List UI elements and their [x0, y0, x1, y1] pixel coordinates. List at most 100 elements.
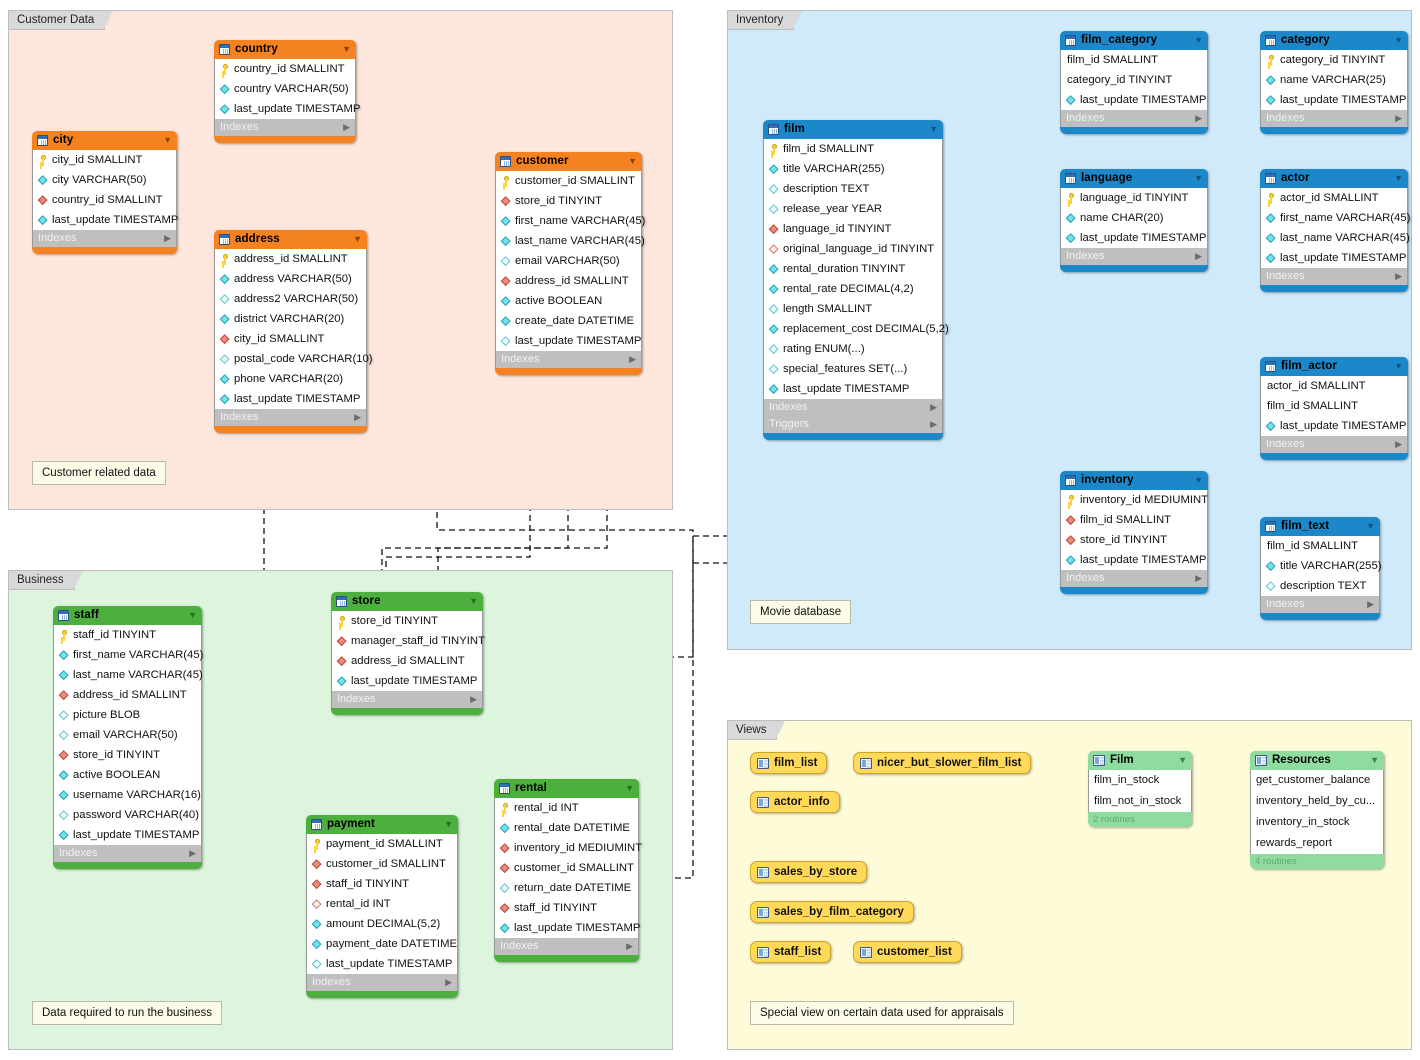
- table-header[interactable]: country ▼: [214, 40, 356, 59]
- table-section-indexes[interactable]: Indexes ▶: [1060, 570, 1208, 587]
- view-actor_info[interactable]: actor_info: [750, 791, 840, 813]
- table-section-indexes[interactable]: Indexes ▶: [1260, 268, 1408, 285]
- table-field[interactable]: address VARCHAR(50): [215, 269, 366, 289]
- chevron-down-icon[interactable]: ▼: [1366, 522, 1375, 531]
- table-section-indexes[interactable]: Indexes ▶: [53, 845, 202, 862]
- table-field[interactable]: first_name VARCHAR(45): [496, 211, 645, 231]
- table-field[interactable]: payment_id SMALLINT: [307, 834, 457, 854]
- table-field[interactable]: rental_duration TINYINT: [764, 259, 942, 279]
- table-field[interactable]: inventory_id MEDIUMINT: [1061, 490, 1208, 510]
- chevron-down-icon[interactable]: ▼: [1194, 476, 1203, 485]
- table-header[interactable]: film_category ▼: [1060, 31, 1208, 50]
- table-field[interactable]: store_id TINYINT: [332, 611, 482, 631]
- table-field[interactable]: original_language_id TINYINT: [764, 239, 942, 259]
- chevron-right-icon[interactable]: ▶: [189, 845, 196, 862]
- table-language[interactable]: language ▼ language_id TINYINT name CHAR(20…: [1060, 169, 1208, 272]
- table-field[interactable]: last_update TIMESTAMP: [764, 379, 942, 399]
- chevron-right-icon[interactable]: ▶: [1395, 436, 1402, 453]
- table-field[interactable]: last_update TIMESTAMP: [1261, 248, 1407, 268]
- table-field[interactable]: address_id SMALLINT: [496, 271, 641, 291]
- table-field[interactable]: district VARCHAR(20): [215, 309, 366, 329]
- table-field[interactable]: last_update TIMESTAMP: [1061, 228, 1207, 248]
- chevron-right-icon[interactable]: ▶: [470, 691, 477, 708]
- table-category[interactable]: category ▼ category_id TINYINT name VARCHAR…: [1260, 31, 1408, 134]
- chevron-down-icon[interactable]: ▼: [444, 820, 453, 829]
- routine-item[interactable]: film_in_stock: [1089, 770, 1191, 791]
- chevron-down-icon[interactable]: ▼: [1370, 751, 1379, 770]
- table-field[interactable]: address_id SMALLINT: [332, 651, 482, 671]
- table-header[interactable]: address ▼: [214, 230, 367, 249]
- chevron-right-icon[interactable]: ▶: [445, 974, 452, 991]
- table-field[interactable]: name CHAR(20): [1061, 208, 1207, 228]
- chevron-right-icon[interactable]: ▶: [1195, 248, 1202, 265]
- table-field[interactable]: rental_date DATETIME: [495, 818, 638, 838]
- table-header[interactable]: film_text ▼: [1260, 517, 1380, 536]
- routine-item[interactable]: rewards_report: [1251, 833, 1383, 854]
- view-staff_list[interactable]: staff_list: [750, 941, 832, 963]
- chevron-right-icon[interactable]: ▶: [626, 938, 633, 955]
- table-field[interactable]: city_id SMALLINT: [215, 329, 366, 349]
- chevron-right-icon[interactable]: ▶: [1195, 110, 1202, 127]
- table-field[interactable]: first_name VARCHAR(45): [54, 645, 203, 665]
- table-field[interactable]: language_id TINYINT: [1061, 188, 1207, 208]
- table-film[interactable]: film ▼ film_id SMALLINT title VARCHAR(255) d…: [763, 120, 949, 440]
- table-field[interactable]: staff_id TINYINT: [307, 874, 457, 894]
- table-field[interactable]: last_name VARCHAR(45): [1261, 228, 1410, 248]
- table-field[interactable]: city_id SMALLINT: [33, 150, 176, 170]
- table-field[interactable]: city VARCHAR(50): [33, 170, 176, 190]
- table-field[interactable]: last_update TIMESTAMP: [1261, 90, 1407, 110]
- table-field[interactable]: special_features SET(...): [764, 359, 942, 379]
- table-field[interactable]: last_update TIMESTAMP: [215, 389, 366, 409]
- table-field[interactable]: last_update TIMESTAMP: [1061, 550, 1207, 570]
- table-header[interactable]: staff ▼: [53, 606, 202, 625]
- table-field[interactable]: last_name VARCHAR(45): [54, 665, 203, 685]
- chevron-down-icon[interactable]: ▼: [342, 45, 351, 54]
- table-film_text[interactable]: film_text ▼ film_id SMALLINT title VARCHAR(…: [1260, 517, 1382, 620]
- chevron-right-icon[interactable]: ▶: [1395, 110, 1402, 127]
- table-field[interactable]: last_name VARCHAR(45): [496, 231, 645, 251]
- table-field[interactable]: last_update TIMESTAMP: [215, 99, 360, 119]
- table-field[interactable]: replacement_cost DECIMAL(5,2): [764, 319, 949, 339]
- table-field[interactable]: rental_id INT: [495, 798, 638, 818]
- chevron-down-icon[interactable]: ▼: [929, 125, 938, 134]
- table-header[interactable]: film_actor ▼: [1260, 357, 1408, 376]
- table-city[interactable]: city ▼ city_id SMALLINT city VARCHAR(50) cou…: [32, 131, 178, 254]
- table-header[interactable]: actor ▼: [1260, 169, 1408, 188]
- routine-item[interactable]: get_customer_balance: [1251, 770, 1383, 791]
- table-section-indexes[interactable]: Indexes ▶: [306, 974, 458, 991]
- chevron-down-icon[interactable]: ▼: [1394, 36, 1403, 45]
- table-header[interactable]: rental ▼: [494, 779, 639, 798]
- table-field[interactable]: manager_staff_id TINYINT: [332, 631, 485, 651]
- chevron-down-icon[interactable]: ▼: [1178, 751, 1187, 770]
- table-customer[interactable]: customer ▼ customer_id SMALLINT store_id TI…: [495, 152, 645, 375]
- chevron-down-icon[interactable]: ▼: [469, 597, 478, 606]
- table-film_category[interactable]: film_category ▼ film_id SMALLINT category_i…: [1060, 31, 1208, 134]
- table-staff[interactable]: staff ▼ staff_id TINYINT first_name VARCHAR…: [53, 606, 203, 869]
- table-field[interactable]: release_year YEAR: [764, 199, 942, 219]
- table-header[interactable]: customer ▼: [495, 152, 642, 171]
- table-field[interactable]: rating ENUM(...): [764, 339, 942, 359]
- table-field[interactable]: last_update TIMESTAMP: [496, 331, 641, 351]
- table-address[interactable]: address ▼ address_id SMALLINT address VARCH…: [214, 230, 373, 433]
- table-rental[interactable]: rental ▼ rental_id INT rental_date DATETIME…: [494, 779, 642, 962]
- chevron-down-icon[interactable]: ▼: [188, 611, 197, 620]
- table-field[interactable]: store_id TINYINT: [54, 745, 201, 765]
- table-field[interactable]: last_update TIMESTAMP: [495, 918, 640, 938]
- table-field[interactable]: film_id SMALLINT: [1061, 510, 1207, 530]
- table-field[interactable]: inventory_id MEDIUMINT: [495, 838, 642, 858]
- table-payment[interactable]: payment ▼ payment_id SMALLINT customer_id S…: [306, 815, 458, 998]
- table-field[interactable]: amount DECIMAL(5,2): [307, 914, 457, 934]
- chevron-down-icon[interactable]: ▼: [625, 784, 634, 793]
- table-field[interactable]: description TEXT: [1261, 576, 1379, 596]
- table-field[interactable]: country VARCHAR(50): [215, 79, 355, 99]
- chevron-down-icon[interactable]: ▼: [163, 136, 172, 145]
- table-field[interactable]: last_update TIMESTAMP: [1061, 90, 1207, 110]
- view-sales_by_film_category[interactable]: sales_by_film_category: [750, 901, 914, 923]
- table-field[interactable]: rental_id INT: [307, 894, 457, 914]
- table-field[interactable]: password VARCHAR(40): [54, 805, 201, 825]
- table-field[interactable]: country_id SMALLINT: [215, 59, 355, 79]
- table-section-indexes[interactable]: Indexes ▶: [214, 409, 367, 426]
- table-field[interactable]: first_name VARCHAR(45): [1261, 208, 1410, 228]
- chevron-right-icon[interactable]: ▶: [930, 416, 937, 433]
- table-field[interactable]: customer_id SMALLINT: [307, 854, 457, 874]
